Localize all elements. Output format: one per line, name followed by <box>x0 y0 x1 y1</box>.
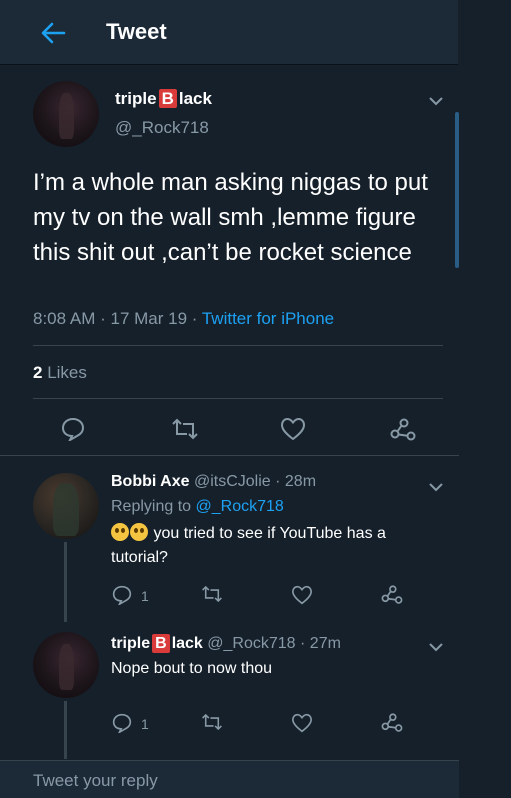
separator: · <box>95 309 111 328</box>
heart-icon[interactable] <box>280 417 306 441</box>
reply-author-handle: @itsCJolie <box>193 473 271 490</box>
separator: · <box>187 309 202 328</box>
retweet-icon[interactable] <box>171 418 199 440</box>
reply-icon[interactable] <box>60 417 86 441</box>
reply-count: 1 <box>141 588 149 604</box>
reply-input-placeholder[interactable]: Tweet your reply <box>33 771 158 791</box>
heart-icon[interactable] <box>291 713 313 733</box>
reply-author-name: triple <box>111 635 151 652</box>
right-edge-panel <box>459 0 511 797</box>
reply-age: · 27m <box>295 635 341 652</box>
replying-prefix: Replying to <box>111 498 192 515</box>
reply-author[interactable]: triple Black @_Rock718 · 27m <box>111 634 341 653</box>
likes-number: 2 <box>33 363 43 382</box>
retweet-icon[interactable] <box>201 585 223 603</box>
thread-line <box>64 542 67 622</box>
share-icon[interactable] <box>381 585 403 605</box>
likes-label: Likes <box>47 363 87 382</box>
name-badge: B <box>152 634 170 653</box>
back-arrow-icon[interactable] <box>40 20 66 46</box>
reply-composer[interactable]: Tweet your reply <box>0 760 459 798</box>
divider <box>0 455 459 456</box>
reply-text: Nope bout to now thou <box>111 660 273 677</box>
avatar[interactable] <box>33 632 99 698</box>
share-icon[interactable] <box>381 713 403 733</box>
reply-author-name: Bobbi Axe <box>111 473 190 490</box>
divider <box>33 398 443 399</box>
scrollbar[interactable] <box>455 112 459 268</box>
tweet-source-link[interactable]: Twitter for iPhone <box>202 309 334 328</box>
page-title: Tweet <box>106 19 167 44</box>
chevron-down-icon[interactable] <box>429 639 443 652</box>
reply-author-handle: @_Rock718 <box>207 635 296 652</box>
top-bar: Tweet <box>0 0 458 65</box>
chevron-down-icon[interactable] <box>429 479 443 492</box>
retweet-icon[interactable] <box>201 713 223 731</box>
tweet-meta: 8:08 AM · 17 Mar 19 · Twitter for iPhone <box>33 309 334 329</box>
chevron-down-icon[interactable] <box>429 93 443 106</box>
author-name-part: lack <box>178 89 212 108</box>
avatar[interactable] <box>33 473 99 539</box>
mention-link[interactable]: @_Rock718 <box>196 498 284 515</box>
reply-icon[interactable] <box>111 585 133 605</box>
thread-line <box>64 701 67 759</box>
crying-face-emoji <box>130 523 148 541</box>
author-name[interactable]: triple Black <box>115 89 212 109</box>
author-name-part: triple <box>115 89 157 108</box>
reply-count: 1 <box>141 716 149 732</box>
likes-count[interactable]: 2 Likes <box>33 363 87 383</box>
replying-to: Replying to @_Rock718 <box>111 498 284 516</box>
tweet-time: 8:08 AM <box>33 309 96 328</box>
crying-face-emoji <box>111 523 129 541</box>
reply-text: you tried to see if YouTube has a tutori… <box>111 522 441 570</box>
heart-icon[interactable] <box>291 585 313 605</box>
avatar[interactable] <box>33 81 99 147</box>
reply-icon[interactable] <box>111 713 133 733</box>
reply-author[interactable]: Bobbi Axe @itsCJolie · 28m <box>111 473 316 491</box>
share-icon[interactable] <box>390 418 416 442</box>
name-badge: B <box>158 89 177 108</box>
divider <box>33 345 443 346</box>
reply-age: · 28m <box>270 473 317 490</box>
author-handle[interactable]: @_Rock718 <box>115 118 209 138</box>
tweet-date: 17 Mar 19 <box>110 309 188 328</box>
reply-author-name: lack <box>171 635 203 652</box>
tweet-text: I’m a whole man asking niggas to put my … <box>33 169 428 266</box>
reply-text-body: you tried to see if YouTube has a tutori… <box>111 525 386 566</box>
